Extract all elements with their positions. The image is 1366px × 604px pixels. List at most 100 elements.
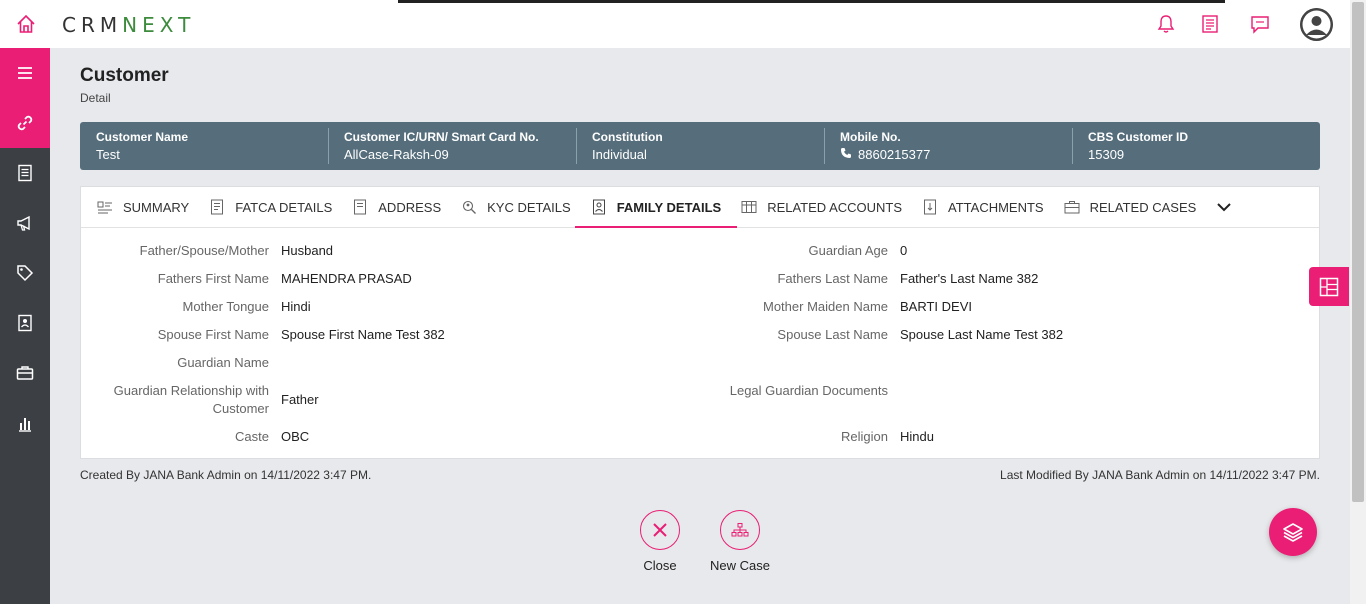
notes-icon[interactable] <box>1198 12 1222 36</box>
constitution-cell: Constitution Individual <box>576 122 824 170</box>
customer-ic-value: AllCase-Raksh-09 <box>344 147 560 162</box>
customer-name-value: Test <box>96 147 312 162</box>
top-bar: CRMNEXT <box>0 0 1350 48</box>
caste-value: OBC <box>281 429 310 444</box>
cbs-id-cell: CBS Customer ID 15309 <box>1072 122 1320 170</box>
attachment-icon <box>922 199 938 215</box>
kyc-icon <box>461 199 477 215</box>
tag-icon[interactable] <box>0 248 50 298</box>
mother-tongue-label: Mother Tongue <box>182 299 270 314</box>
constitution-text: Individual <box>592 147 647 162</box>
mother-maiden-name-label: Mother Maiden Name <box>763 299 888 314</box>
spouse-first-name-label: Spouse First Name <box>157 327 269 342</box>
religion-label: Religion <box>841 429 888 444</box>
accounts-icon <box>741 199 757 215</box>
legal-guardian-documents-label: Legal Guardian Documents <box>729 383 888 398</box>
menu-icon[interactable] <box>0 48 50 98</box>
spouse-last-name-value: Spouse Last Name Test 382 <box>900 327 1064 342</box>
tab-related-accounts-label: RELATED ACCOUNTS <box>767 199 903 215</box>
tab-related-accounts[interactable]: RELATED ACCOUNTS <box>739 187 918 227</box>
details-panel: SUMMARY FATCA DETAILS ADDRESS KYC DETAIL… <box>80 186 1320 459</box>
fathers-last-name-value: Father's Last Name 382 <box>900 271 1039 286</box>
fathers-first-name-label: Fathers First Name <box>157 271 269 286</box>
hierarchy-icon <box>720 510 760 550</box>
list-icon[interactable] <box>0 148 50 198</box>
fathers-first-name-value: MAHENDRA PRASAD <box>281 271 412 286</box>
guardian-relationship-value: Father <box>281 392 319 407</box>
app-logo[interactable]: CRMNEXT <box>62 13 195 37</box>
cases-icon <box>1064 199 1080 215</box>
detail-tabs: SUMMARY FATCA DETAILS ADDRESS KYC DETAIL… <box>81 187 1319 228</box>
customer-ic-label: Customer IC/URN/ Smart Card No. <box>344 130 539 144</box>
briefcase-icon[interactable] <box>0 348 50 398</box>
customer-ic-cell: Customer IC/URN/ Smart Card No. AllCase-… <box>328 122 576 170</box>
father-spouse-mother-value: Husband <box>281 243 334 258</box>
tab-attachments-label: ATTACHMENTS <box>948 199 1044 215</box>
guardian-age-value: 0 <box>900 243 908 258</box>
guardian-relationship-label-line1: Guardian Relationship with <box>113 383 269 398</box>
constitution-value: Individual <box>592 147 808 162</box>
mobile-text: 8860215377 <box>858 147 931 162</box>
tab-family-label: FAMILY DETAILS <box>616 199 722 215</box>
tab-summary-label: SUMMARY <box>123 199 190 215</box>
caste-label: Caste <box>235 429 269 444</box>
tab-fatca-label: FATCA DETAILS <box>235 199 333 215</box>
spouse-last-name-label: Spouse Last Name <box>777 327 888 342</box>
logo-next: NEXT <box>122 13 196 37</box>
close-button-label: Close <box>643 558 677 573</box>
cbs-id-label: CBS Customer ID <box>1088 130 1189 144</box>
mobile-value[interactable]: 8860215377 <box>840 147 1056 162</box>
tab-kyc-label: KYC DETAILS <box>487 199 571 215</box>
guardian-relationship-label: Guardian Relationship with Customer <box>81 382 269 418</box>
layers-icon[interactable] <box>1269 508 1317 556</box>
home-icon[interactable] <box>14 12 38 36</box>
family-icon <box>591 199 607 215</box>
mobile-label: Mobile No. <box>840 130 901 144</box>
tab-summary[interactable]: SUMMARY <box>95 187 205 227</box>
phone-icon <box>840 147 852 162</box>
chevron-down-icon[interactable] <box>1216 187 1232 227</box>
mother-tongue-value: Hindi <box>281 299 311 314</box>
created-by-text: Created By JANA Bank Admin on 14/11/2022… <box>80 468 372 482</box>
customer-ic-text: AllCase-Raksh-09 <box>344 147 449 162</box>
cbs-id-value: 15309 <box>1088 147 1304 162</box>
guardian-relationship-label-line2: Customer <box>212 401 269 416</box>
cbs-id-text: 15309 <box>1088 147 1125 162</box>
constitution-label: Constitution <box>592 130 663 144</box>
address-icon <box>352 199 368 215</box>
new-case-button-label: New Case <box>710 558 770 573</box>
tab-family-details[interactable]: FAMILY DETAILS <box>574 187 738 228</box>
fathers-last-name-label: Fathers Last Name <box>777 271 888 286</box>
layout-panel-icon[interactable] <box>1309 267 1349 306</box>
customer-name-text: Test <box>96 147 120 162</box>
document-icon <box>209 199 225 215</box>
tab-related-cases[interactable]: RELATED CASES <box>1062 187 1213 227</box>
chat-icon[interactable] <box>1248 12 1272 36</box>
logo-crm: CRM <box>62 13 123 37</box>
religion-value: Hindu <box>900 429 934 444</box>
customer-name-cell: Customer Name Test <box>80 122 328 170</box>
bar-chart-icon[interactable] <box>0 398 50 448</box>
new-case-button[interactable]: New Case <box>710 510 770 573</box>
user-avatar[interactable] <box>1300 8 1333 41</box>
tab-fatca-details[interactable]: FATCA DETAILS <box>207 187 348 227</box>
mobile-cell: Mobile No. 8860215377 <box>824 122 1072 170</box>
modified-by-text: Last Modified By JANA Bank Admin on 14/1… <box>1000 468 1320 482</box>
tab-kyc-details[interactable]: KYC DETAILS <box>459 187 587 227</box>
close-button[interactable]: Close <box>630 510 690 573</box>
link-icon[interactable] <box>0 98 50 148</box>
tab-related-cases-label: RELATED CASES <box>1089 199 1197 215</box>
close-icon <box>640 510 680 550</box>
customer-name-label: Customer Name <box>96 130 189 144</box>
tab-attachments[interactable]: ATTACHMENTS <box>920 187 1060 227</box>
bell-icon[interactable] <box>1154 12 1178 36</box>
tab-address[interactable]: ADDRESS <box>350 187 457 227</box>
customer-info-bar: Customer Name Test Customer IC/URN/ Smar… <box>80 122 1320 170</box>
contact-book-icon[interactable] <box>0 298 50 348</box>
megaphone-icon[interactable] <box>0 198 50 248</box>
spouse-first-name-value: Spouse First Name Test 382 <box>281 327 445 342</box>
page-subtitle: Detail <box>80 91 111 105</box>
vertical-scrollbar[interactable] <box>1350 0 1366 604</box>
scrollbar-thumb[interactable] <box>1352 2 1364 502</box>
page-title: Customer <box>80 65 169 86</box>
